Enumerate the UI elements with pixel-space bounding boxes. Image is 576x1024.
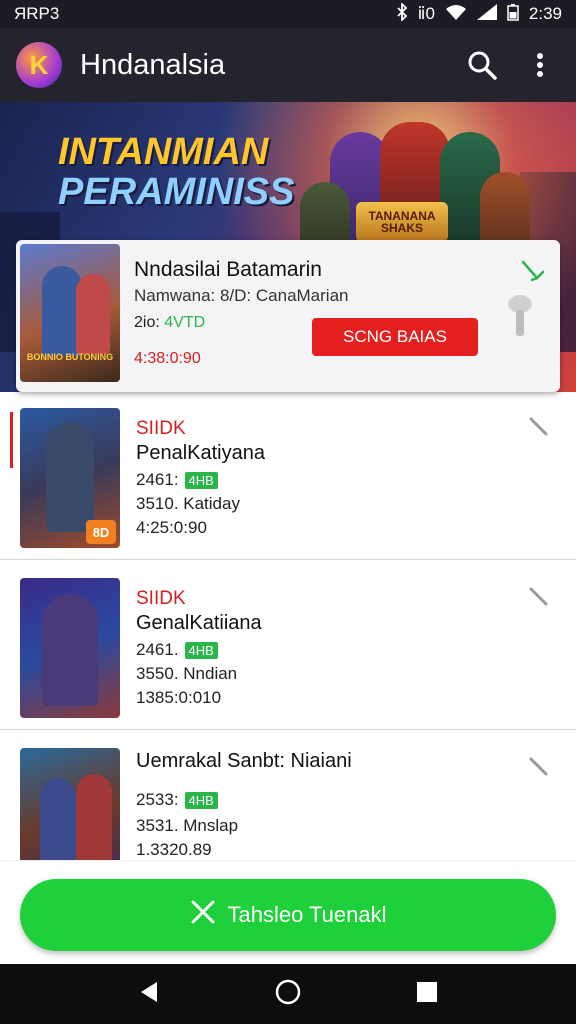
list-item-title: GenalKatiiana [136,612,262,634]
featured-meta-green: 4VTD [164,314,206,331]
more-vert-icon[interactable] [520,45,560,85]
list-item-thumbnail [20,578,120,718]
list-item-meta2: 3550. Nndian [136,664,238,683]
list-item-meta1: 2461: 4HB [136,470,218,490]
pin-icon[interactable] [504,292,544,342]
home-icon[interactable] [274,978,302,1011]
banner-title-line2: PERAMINISS [58,171,295,213]
recents-icon[interactable] [415,980,439,1009]
featured-card[interactable]: BONNIO BUTONING Nndasilai Batamarin Namw… [16,240,560,392]
list-item-meta1: 2461. 4HB [136,640,218,660]
list-item-label: SIIDK [136,418,186,439]
edit-pencil-icon[interactable] [528,756,550,783]
featured-meta: 2io: 4VTD [134,314,205,332]
featured-poster: BONNIO BUTONING [20,244,120,382]
list-item-meta2: 3510. Katiday [136,494,240,513]
featured-action-button[interactable]: SCNG BAIAS [312,318,478,356]
banner-title-line1: INTANMIAN [58,131,269,173]
thumbnail-character [46,422,94,532]
list-item-tag: 4HB [184,642,218,660]
bluetooth-icon [396,1,408,26]
list-item-meta2: 3531. Mnslap [136,816,239,835]
selection-marker [10,412,13,468]
list-item-thumbnail [20,748,120,860]
list-item-label: SIIDK [136,588,186,609]
thumbnail-badge: 8D [86,520,116,544]
poster-caption: BONNIO BUTONING [26,352,114,362]
list-item-tag: 4HB [184,472,218,490]
list-item-tag: 4HB [184,792,218,810]
list-item-thumbnail: 8D [20,408,120,548]
list-item-meta1-text: 2461: [136,470,179,489]
edit-pencil-icon[interactable] [520,258,546,289]
wifi-icon [445,4,467,25]
primary-action-button[interactable]: Tahsleo Tuenakl [20,879,556,951]
list-item[interactable]: 8D SIIDK PenalKatiyana 2461: 4HB 3510. Ka… [0,392,576,560]
status-time: 2:39 [528,4,562,23]
list-item-meta1-text: 2533: [136,790,179,809]
search-icon[interactable] [462,45,502,85]
poster-character [76,274,110,354]
back-icon[interactable] [137,980,161,1009]
close-x-icon [190,899,216,931]
system-nav-bar [0,964,576,1024]
game-list: 8D SIIDK PenalKatiyana 2461: 4HB 3510. Ka… [0,392,576,860]
thumbnail-character [40,778,76,860]
app-logo-letter: K [29,49,49,80]
battery-icon [507,3,519,26]
list-item-title: Uemrakal Sanbt: Niaiani [136,750,352,772]
bottom-action-area: Tahsleo Tuenakl [0,860,576,964]
featured-meta-prefix: 2io: [134,314,160,331]
primary-action-label: Tahsleo Tuenakl [227,902,387,927]
app-bar: K Hndanalsia [0,28,576,102]
banner-badge: TANANANA SHAKS [356,202,448,242]
featured-subtitle: Namwana: 8/D: CanaMarian [134,286,349,305]
status-right-text: ⅱ0 [417,4,435,23]
status-left-text: ЯRP3 [14,4,60,23]
list-item-meta3: 1.3320.89 [136,840,212,859]
thumbnail-character [42,594,98,706]
list-item-meta3: 4:25:0:90 [136,518,207,537]
list-item-title: PenalKatiyana [136,442,265,464]
thumbnail-character [76,774,112,860]
status-bar: ЯRP3 ⅱ0 2:39 [0,0,576,28]
featured-red-text: 4:38:0:90 [134,350,201,367]
list-item-meta1: 2533: 4HB [136,790,218,810]
status-icons: ⅱ0 2:39 [396,1,562,26]
banner-title: INTANMIAN PERAMINISS [58,132,294,212]
signal-icon [476,3,497,25]
list-item[interactable]: Uemrakal Sanbt: Niaiani 2533: 4HB 3531. M… [0,732,576,860]
edit-pencil-icon[interactable] [528,416,550,443]
list-item[interactable]: SIIDK GenalKatiiana 2461. 4HB 3550. Nndia… [0,562,576,730]
list-item-meta3: 1385:0:010 [136,688,222,707]
featured-title: Nndasilai Batamarin [134,258,322,281]
edit-pencil-icon[interactable] [528,586,550,613]
app-logo[interactable]: K [16,42,62,88]
list-item-meta1-text: 2461. [136,640,179,659]
app-title: Hndanalsia [80,48,226,81]
